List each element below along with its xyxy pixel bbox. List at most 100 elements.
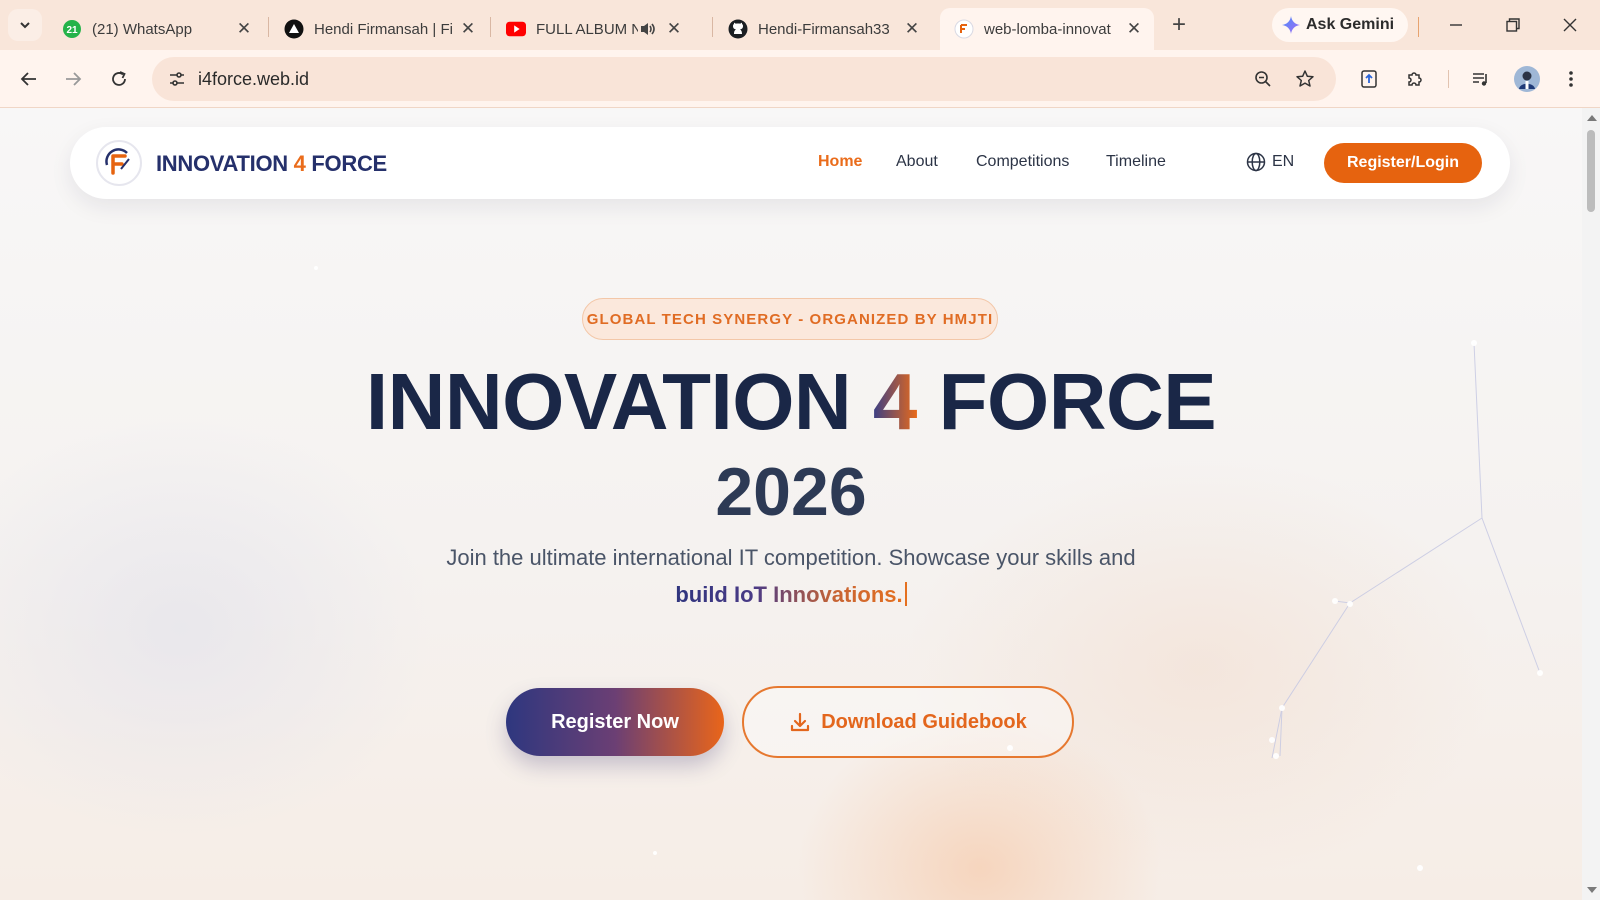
- avatar: [1514, 66, 1540, 92]
- extension-upload-icon: [1361, 70, 1377, 88]
- hero-title-innovation: INNOVATION: [365, 357, 873, 446]
- tab-separator: [268, 17, 269, 37]
- register-login-button[interactable]: Register/Login: [1324, 143, 1482, 183]
- browser-menu-button[interactable]: [1556, 64, 1586, 94]
- scrollbar-thumb[interactable]: [1587, 130, 1595, 212]
- chevron-down-icon: [20, 22, 30, 29]
- brand-part-force: FORCE: [305, 151, 387, 176]
- address-bar[interactable]: i4force.web.id: [152, 57, 1336, 101]
- nav-link-timeline[interactable]: Timeline: [1106, 153, 1166, 171]
- browser-tab-strip: 21 (21) WhatsApp ✕ Hendi Firmansah | Fi …: [0, 0, 1600, 50]
- language-switcher[interactable]: EN: [1246, 152, 1294, 172]
- tab-title: FULL ALBUM NE: [536, 20, 638, 38]
- arrow-right-icon: [66, 72, 82, 86]
- scroll-up-arrow[interactable]: [1587, 115, 1597, 121]
- arrow-left-icon: [20, 72, 36, 86]
- globe-icon: [1246, 152, 1266, 172]
- site-info-button[interactable]: [162, 64, 192, 94]
- download-guidebook-label: Download Guidebook: [821, 710, 1027, 733]
- tab-title: (21) WhatsApp: [92, 20, 193, 38]
- tab-title: Hendi-Firmansah33: [758, 20, 890, 38]
- restore-icon: [1506, 18, 1520, 32]
- site-navbar: INNOVATION 4 FORCE Home About Competitio…: [70, 127, 1510, 199]
- zoom-icon: [1255, 71, 1271, 87]
- brand-part-four: 4: [293, 151, 306, 176]
- reload-button[interactable]: [104, 64, 134, 94]
- scroll-down-arrow[interactable]: [1587, 887, 1597, 893]
- tab-separator: [490, 17, 491, 37]
- whatsapp-unread-count: 21: [66, 25, 78, 36]
- close-window-button[interactable]: [1557, 12, 1583, 38]
- close-tab-icon[interactable]: ✕: [1124, 19, 1144, 39]
- speaker-icon[interactable]: [638, 19, 658, 39]
- ask-gemini-button[interactable]: Ask Gemini: [1272, 8, 1409, 42]
- register-now-button[interactable]: Register Now: [506, 688, 724, 756]
- i4force-logo-icon: [105, 148, 130, 175]
- close-icon: [1563, 18, 1577, 32]
- github-icon: [728, 19, 748, 39]
- tab-title: web-lomba-innovat: [984, 20, 1111, 38]
- hero-badge: GLOBAL TECH SYNERGY - ORGANIZED BY HMJTI: [582, 298, 998, 340]
- nav-link-competitions[interactable]: Competitions: [976, 153, 1069, 171]
- site-logo[interactable]: [96, 140, 142, 186]
- minimize-icon: [1450, 24, 1462, 26]
- puzzle-icon: [1408, 72, 1422, 86]
- page-scrollbar[interactable]: [1582, 108, 1600, 900]
- close-tab-icon[interactable]: ✕: [902, 19, 922, 39]
- bookmark-button[interactable]: [1292, 66, 1318, 92]
- media-controls-button[interactable]: [1466, 64, 1496, 94]
- hero-title-four: 4: [872, 357, 918, 446]
- hero-typed-line: build IoT Innovations.: [0, 582, 1582, 608]
- back-button[interactable]: [14, 64, 44, 94]
- gemini-sparkle-icon: [1282, 16, 1300, 34]
- reload-icon: [112, 71, 126, 86]
- tab-title: Hendi Firmansah | Fi: [314, 20, 452, 38]
- tab-separator: [1418, 17, 1419, 37]
- extension-button[interactable]: [1354, 64, 1384, 94]
- new-tab-button[interactable]: +: [1166, 11, 1192, 38]
- close-tab-icon[interactable]: ✕: [234, 19, 254, 39]
- hero-typed-text: build IoT Innovations.: [675, 582, 903, 607]
- zoom-button[interactable]: [1250, 66, 1276, 92]
- whatsapp-icon: 21: [62, 19, 82, 39]
- restore-button[interactable]: [1500, 12, 1526, 38]
- hero-subtitle: Join the ultimate international IT compe…: [446, 545, 1136, 570]
- hero-title: INNOVATION 4 FORCE: [0, 358, 1582, 446]
- url-text[interactable]: i4force.web.id: [198, 69, 309, 90]
- brand-part-innovation: INNOVATION: [156, 151, 294, 176]
- profile-button[interactable]: [1512, 64, 1542, 94]
- nav-link-about[interactable]: About: [896, 153, 938, 171]
- forward-button[interactable]: [58, 64, 88, 94]
- more-vert-icon: [1569, 71, 1573, 87]
- site-logo-icon: [954, 19, 974, 39]
- tab-youtube[interactable]: FULL ALBUM NE ✕: [492, 8, 710, 50]
- language-label: EN: [1272, 153, 1295, 170]
- tune-icon: [170, 72, 184, 86]
- star-icon: [1296, 70, 1314, 87]
- tab-portfolio[interactable]: Hendi Firmansah | Fi ✕: [270, 8, 488, 50]
- hero-title-force: FORCE: [916, 357, 1217, 446]
- page-viewport: INNOVATION 4 FORCE Home About Competitio…: [0, 108, 1582, 900]
- tab-i4force-active[interactable]: web-lomba-innovat ✕: [940, 8, 1154, 50]
- browser-toolbar: i4force.web.id: [0, 50, 1600, 108]
- tab-github[interactable]: Hendi-Firmansah33 ✕: [714, 8, 932, 50]
- ask-gemini-label: Ask Gemini: [1306, 16, 1395, 33]
- hero-year: 2026: [715, 454, 867, 530]
- brand-name[interactable]: INNOVATION 4 FORCE: [156, 151, 387, 177]
- typing-caret: [904, 582, 907, 606]
- tab-whatsapp[interactable]: 21 (21) WhatsApp ✕: [48, 8, 264, 50]
- close-tab-icon[interactable]: ✕: [458, 19, 478, 39]
- extensions-menu-button[interactable]: [1400, 64, 1430, 94]
- tab-search-button[interactable]: [8, 9, 42, 41]
- tab-separator: [712, 17, 713, 37]
- toolbar-separator: [1448, 70, 1449, 88]
- nav-link-home[interactable]: Home: [818, 153, 862, 171]
- youtube-icon: [506, 19, 526, 39]
- close-tab-icon[interactable]: ✕: [664, 19, 684, 39]
- vercel-icon: [284, 19, 304, 39]
- download-guidebook-button[interactable]: Download Guidebook: [742, 686, 1074, 758]
- download-icon: [791, 712, 810, 732]
- plus-icon: +: [1171, 11, 1186, 38]
- minimize-button[interactable]: [1443, 12, 1469, 38]
- queue-music-icon: [1473, 73, 1487, 86]
